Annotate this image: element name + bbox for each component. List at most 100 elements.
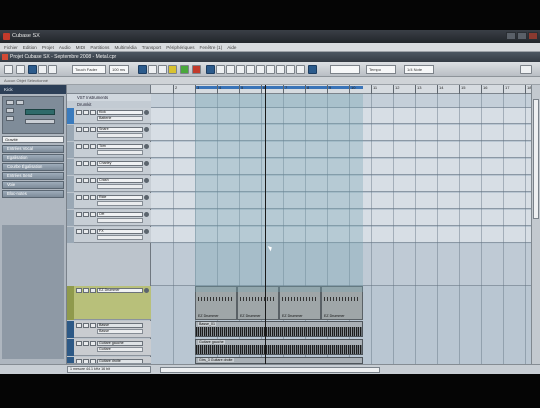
folder-track-vst-instruments[interactable]: VST Instruments xyxy=(67,94,151,101)
solo-button[interactable] xyxy=(83,144,89,149)
record-enable-button[interactable] xyxy=(90,178,96,183)
track-name[interactable]: OH xyxy=(97,212,143,217)
audio-track-row[interactable]: Guitare gauche Guitare xyxy=(67,339,151,356)
vertical-scrollbar[interactable] xyxy=(531,85,540,364)
record-enable-button[interactable] xyxy=(90,161,96,166)
mute-button[interactable] xyxy=(76,161,82,166)
solo-button[interactable] xyxy=(83,212,89,217)
mute-button[interactable] xyxy=(76,178,82,183)
record-enable-button[interactable] xyxy=(90,195,96,200)
track-name[interactable]: FX xyxy=(97,229,143,234)
track-row[interactable]: Kick Batterie xyxy=(67,108,151,124)
record-button[interactable] xyxy=(192,65,201,74)
draw-tool[interactable] xyxy=(276,65,285,74)
solo-button[interactable] xyxy=(83,178,89,183)
play-button[interactable] xyxy=(180,65,189,74)
inspector-solo-button[interactable] xyxy=(16,100,24,105)
record-enable-button[interactable] xyxy=(90,127,96,132)
range-select-tool[interactable] xyxy=(216,65,225,74)
zoom-tool[interactable] xyxy=(256,65,265,74)
menu-midi[interactable]: MIDI xyxy=(76,45,86,50)
horizontal-scrollbar[interactable] xyxy=(160,367,380,373)
audio-event-guitare-droite[interactable]: Gtrs_3 Guitare droite xyxy=(195,357,363,364)
monitor-icon[interactable] xyxy=(144,178,149,183)
menu-transport[interactable]: Transport xyxy=(142,45,162,50)
track-name[interactable]: Tom xyxy=(97,144,143,149)
menu-partitions[interactable]: Partitions xyxy=(90,45,109,50)
track-row[interactable]: Charley xyxy=(67,159,151,175)
mute-button[interactable] xyxy=(76,110,82,115)
minimize-icon[interactable] xyxy=(506,32,516,40)
mute-button[interactable] xyxy=(76,323,82,328)
menu-multimedia[interactable]: Multimédia xyxy=(114,45,136,50)
quantize-type-select[interactable]: Tempo xyxy=(366,65,396,74)
audio-track-row[interactable]: Basse Basse xyxy=(67,321,151,338)
track-row[interactable]: FX xyxy=(67,227,151,243)
mute-button[interactable] xyxy=(76,212,82,217)
menu-peripheriques[interactable]: Périphériques xyxy=(166,45,194,50)
solo-button[interactable] xyxy=(83,127,89,132)
monitor-icon[interactable] xyxy=(144,127,149,132)
record-enable-button[interactable] xyxy=(90,323,96,328)
play-tool[interactable] xyxy=(296,65,305,74)
inspector-section[interactable]: Entrées Send xyxy=(2,172,64,180)
track-row[interactable]: OH xyxy=(67,210,151,226)
monitor-icon[interactable] xyxy=(144,288,149,293)
inspector-read-button[interactable] xyxy=(6,108,14,113)
audio-track-row[interactable]: Guitare droite xyxy=(67,357,151,364)
track-name[interactable]: Charley xyxy=(97,161,143,166)
drum-track-row[interactable]: EZ Drummer xyxy=(67,286,151,320)
track-row[interactable]: Crash xyxy=(67,176,151,192)
quantize-value-select[interactable]: 1/4 Note xyxy=(404,65,434,74)
monitor-icon[interactable] xyxy=(144,229,149,234)
solo-button[interactable] xyxy=(83,288,89,293)
grid-type-select[interactable] xyxy=(330,65,360,74)
track-name[interactable]: Crash xyxy=(97,178,143,183)
monitor-icon[interactable] xyxy=(144,195,149,200)
audio-event-guitare-gauche[interactable]: Guitare gauche xyxy=(195,339,363,355)
snap-button[interactable] xyxy=(308,65,317,74)
menu-projet[interactable]: Projet xyxy=(42,45,54,50)
folder-track-drumkit[interactable]: Drumkit xyxy=(67,101,151,108)
record-enable-button[interactable] xyxy=(90,288,96,293)
record-enable-button[interactable] xyxy=(90,229,96,234)
maximize-icon[interactable] xyxy=(517,32,527,40)
mute-button[interactable] xyxy=(76,127,82,132)
audio-event-basse[interactable]: Basse_01 xyxy=(195,321,363,337)
menu-fenetre[interactable]: Fenêtre (1) xyxy=(200,45,223,50)
monitor-icon[interactable] xyxy=(144,161,149,166)
inspector-section[interactable]: Voie xyxy=(2,181,64,189)
track-row[interactable]: Ride xyxy=(67,193,151,209)
record-enable-button[interactable] xyxy=(90,341,96,346)
inspector-volume-fader[interactable] xyxy=(25,109,55,115)
mute-tool[interactable] xyxy=(266,65,275,74)
cycle-button[interactable] xyxy=(158,65,167,74)
project-cursor[interactable] xyxy=(265,85,266,364)
close-icon[interactable] xyxy=(528,32,538,40)
solo-button[interactable] xyxy=(83,341,89,346)
glue-tool[interactable] xyxy=(236,65,245,74)
info-line-button[interactable] xyxy=(28,65,37,74)
track-name[interactable]: Guitare gauche xyxy=(97,341,143,346)
inspector-mute-button[interactable] xyxy=(6,100,14,105)
inspector-section[interactable]: Entrées Vocal xyxy=(2,145,64,153)
forward-button[interactable] xyxy=(148,65,157,74)
monitor-icon[interactable] xyxy=(144,110,149,115)
overview-button[interactable] xyxy=(38,65,47,74)
mute-button[interactable] xyxy=(76,229,82,234)
timeline-ruler[interactable]: 2 3 4 5 6 7 8 9 10 11 12 13 14 15 16 17 … xyxy=(151,85,531,94)
solo-button[interactable] xyxy=(83,161,89,166)
solo-button[interactable] xyxy=(83,229,89,234)
menu-edition[interactable]: Edition xyxy=(23,45,37,50)
monitor-icon[interactable] xyxy=(144,212,149,217)
inspector-section[interactable]: Egalisation xyxy=(2,154,64,162)
solo-button[interactable] xyxy=(83,323,89,328)
show-inspector-button[interactable] xyxy=(16,65,25,74)
erase-tool[interactable] xyxy=(246,65,255,74)
split-tool[interactable] xyxy=(226,65,235,74)
mute-button[interactable] xyxy=(76,195,82,200)
record-enable-button[interactable] xyxy=(90,144,96,149)
auto-scroll-select[interactable]: 100 ms xyxy=(109,65,129,74)
track-row[interactable]: Tom xyxy=(67,142,151,158)
track-name[interactable]: Snare xyxy=(97,127,143,132)
